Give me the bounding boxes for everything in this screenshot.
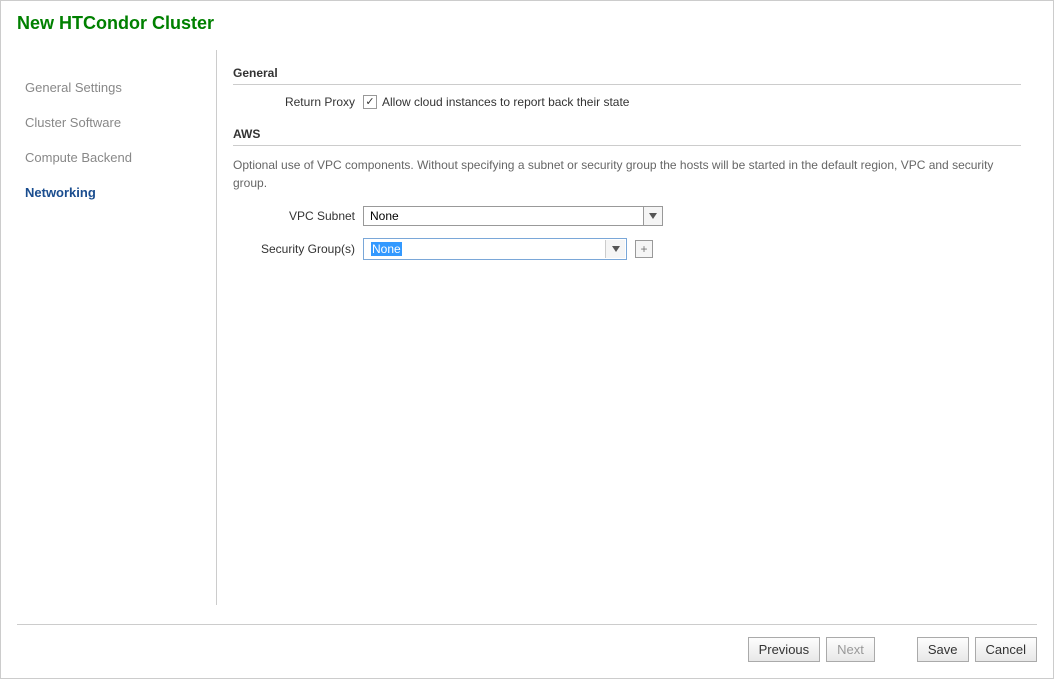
vpc-subnet-input[interactable] <box>363 206 643 226</box>
return-proxy-checkbox[interactable]: ✓ <box>363 95 377 109</box>
footer-buttons: Previous Next Save Cancel <box>17 624 1037 662</box>
vpc-subnet-label: VPC Subnet <box>233 209 363 223</box>
security-group-dropdown-arrow[interactable] <box>605 240 625 258</box>
sidebar: General Settings Cluster Software Comput… <box>17 50 217 605</box>
save-button[interactable]: Save <box>917 637 969 662</box>
return-proxy-checkbox-wrap: ✓ Allow cloud instances to report back t… <box>363 95 629 109</box>
vpc-subnet-row: VPC Subnet <box>233 206 1021 226</box>
return-proxy-description: Allow cloud instances to report back the… <box>382 95 629 109</box>
security-group-add-button[interactable]: + <box>635 240 653 258</box>
vpc-subnet-dropdown-arrow[interactable] <box>643 206 663 226</box>
return-proxy-label: Return Proxy <box>233 95 363 109</box>
security-group-input[interactable]: None <box>365 240 605 258</box>
wizard-container: New HTCondor Cluster General Settings Cl… <box>0 0 1054 679</box>
chevron-down-icon <box>649 213 657 219</box>
content-panel: General Return Proxy ✓ Allow cloud insta… <box>217 50 1037 605</box>
next-button: Next <box>826 637 875 662</box>
sidebar-item-cluster-software[interactable]: Cluster Software <box>17 105 216 140</box>
security-group-combo: None <box>363 238 627 260</box>
previous-button[interactable]: Previous <box>748 637 821 662</box>
security-group-label: Security Group(s) <box>233 242 363 256</box>
vpc-subnet-combo <box>363 206 663 226</box>
return-proxy-row: Return Proxy ✓ Allow cloud instances to … <box>233 95 1021 109</box>
security-group-value: None <box>371 242 402 256</box>
cancel-button[interactable]: Cancel <box>975 637 1037 662</box>
section-header-aws: AWS <box>233 127 1021 146</box>
page-title: New HTCondor Cluster <box>17 13 1037 34</box>
sidebar-item-compute-backend[interactable]: Compute Backend <box>17 140 216 175</box>
main-area: General Settings Cluster Software Comput… <box>17 50 1037 605</box>
button-gap <box>881 637 911 662</box>
section-header-general: General <box>233 66 1021 85</box>
sidebar-item-general-settings[interactable]: General Settings <box>17 70 216 105</box>
aws-description: Optional use of VPC components. Without … <box>233 156 1021 192</box>
chevron-down-icon <box>612 246 620 252</box>
sidebar-item-networking[interactable]: Networking <box>17 175 216 210</box>
security-group-row: Security Group(s) None + <box>233 238 1021 260</box>
